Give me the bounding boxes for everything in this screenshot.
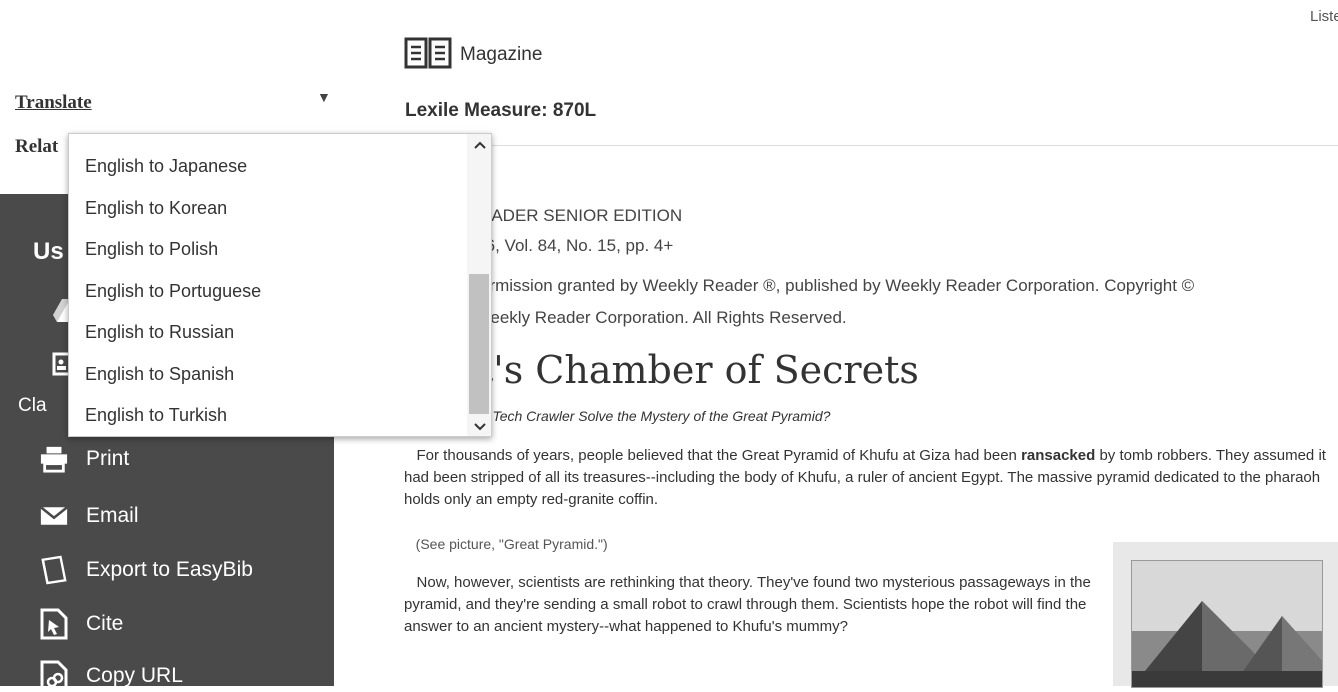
- dropdown-scrollbar[interactable]: [467, 134, 491, 436]
- cite-label: Cite: [86, 612, 124, 635]
- issue-info: )6, Vol. 84, No. 15, pp. 4+: [480, 236, 674, 255]
- export-easybib-label: Export to EasyBib: [86, 558, 253, 581]
- content-type-label: Magazine: [460, 44, 543, 65]
- permission-line-1: ermission granted by Weekly Reader ®, pu…: [480, 276, 1195, 295]
- language-option[interactable]: English to Spanish: [69, 354, 466, 396]
- listen-button[interactable]: Listen: [1310, 8, 1338, 25]
- pyramid-image[interactable]: [1131, 560, 1323, 688]
- article-paragraph: For thousands of years, people believed …: [404, 445, 1334, 511]
- article-figure[interactable]: [1113, 542, 1338, 688]
- paragraph-text: Now, however, scientists are rethinking …: [404, 574, 1091, 635]
- easybib-icon: [40, 555, 68, 585]
- language-option[interactable]: English to Japanese: [69, 146, 466, 188]
- picture-reference-text: (See picture, "Great Pyramid."): [415, 536, 608, 552]
- copy-url-label: Copy URL: [86, 664, 183, 687]
- article-title: t's Chamber of Secrets: [478, 348, 919, 392]
- language-option[interactable]: English to Portuguese: [69, 271, 466, 313]
- language-option[interactable]: English to Korean: [69, 188, 466, 230]
- picture-reference[interactable]: (See picture, "Great Pyramid."): [404, 536, 608, 552]
- glossary-term[interactable]: ransacked: [1021, 447, 1095, 464]
- related-heading[interactable]: Relat: [15, 136, 58, 158]
- email-icon: [40, 502, 68, 530]
- article-subtitle: n-Tech Crawler Solve the Mystery of the …: [480, 408, 831, 424]
- content-type: Magazine: [404, 36, 543, 75]
- export-easybib-button[interactable]: Export to EasyBib: [40, 555, 253, 585]
- language-options: English to Japanese English to Korean En…: [69, 134, 466, 436]
- cite-button[interactable]: Cite: [40, 608, 124, 640]
- list-item-cutoff: [69, 134, 466, 146]
- lexile-measure: Lexile Measure: 870L: [405, 100, 597, 121]
- print-label: Print: [86, 447, 130, 470]
- cite-icon: [40, 608, 68, 640]
- language-option[interactable]: English to Turkish: [69, 395, 466, 436]
- magazine-icon: [404, 36, 452, 75]
- language-option[interactable]: English to Russian: [69, 312, 466, 354]
- divider: [395, 145, 1338, 146]
- chevron-down-icon[interactable]: [474, 420, 486, 434]
- tools-heading: Us: [33, 238, 64, 265]
- chevron-up-icon[interactable]: [474, 138, 486, 152]
- print-icon: [40, 445, 68, 473]
- article-paragraph: Now, however, scientists are rethinking …: [404, 572, 1104, 638]
- language-option[interactable]: English to Polish: [69, 229, 466, 271]
- scrollbar-thumb[interactable]: [469, 274, 489, 414]
- email-label: Email: [86, 504, 139, 527]
- email-button[interactable]: Email: [40, 502, 139, 530]
- source-publication: EADER SENIOR EDITION: [480, 206, 683, 225]
- permission-line-2: Veekly Reader Corporation. All Rights Re…: [480, 308, 847, 327]
- print-button[interactable]: Print: [40, 445, 129, 473]
- caret-down-icon[interactable]: ▼: [317, 89, 331, 105]
- translate-language-dropdown[interactable]: English to Japanese English to Korean En…: [68, 133, 492, 437]
- paragraph-text: For thousands of years, people believed …: [416, 447, 1022, 464]
- translate-toggle[interactable]: Translate: [15, 92, 92, 114]
- classroom-label[interactable]: Cla: [18, 395, 47, 417]
